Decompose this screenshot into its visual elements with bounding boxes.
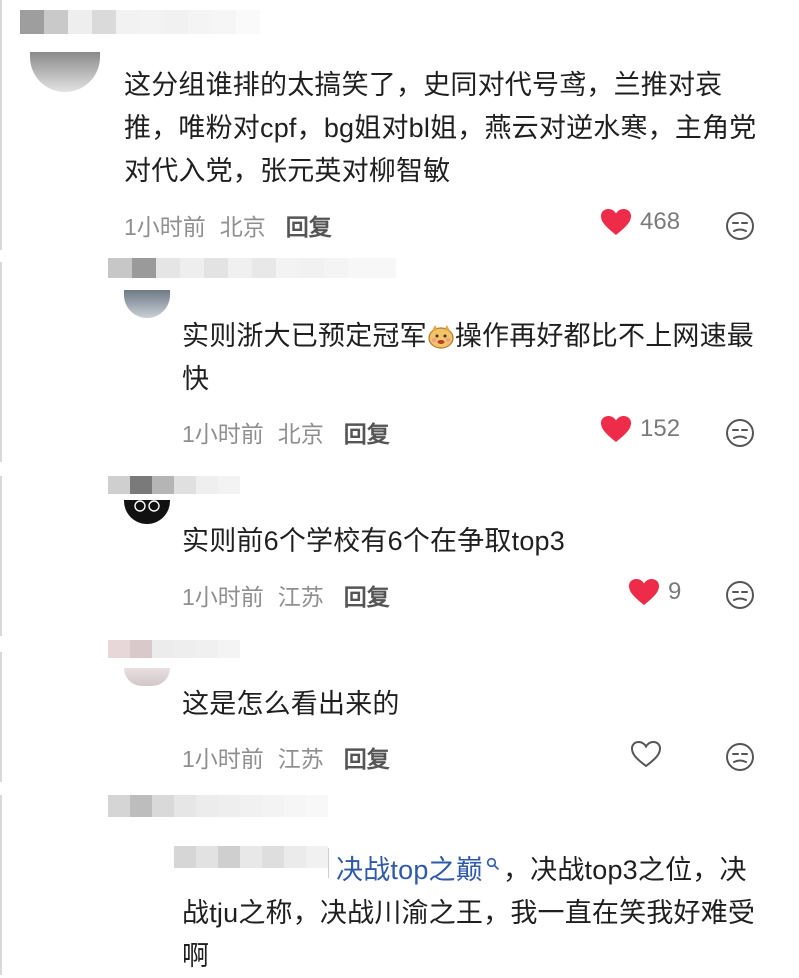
comment-meta: 1小时前 江苏 回复	[182, 740, 390, 774]
comment-time: 1小时前	[182, 746, 264, 772]
reply-button[interactable]: 回复	[344, 578, 390, 612]
reply-button[interactable]: 回复	[344, 415, 390, 449]
left-edge	[0, 652, 2, 782]
topic-link[interactable]: 决战top之巅	[336, 855, 483, 885]
comment-location: 北京	[277, 421, 324, 447]
avatar[interactable]	[124, 500, 170, 524]
dislike-face-icon[interactable]	[725, 580, 755, 610]
like-button[interactable]: 152	[600, 415, 680, 443]
like-button[interactable]: 9	[628, 578, 681, 606]
comment-location: 江苏	[277, 746, 324, 772]
comment-meta: 1小时前 江苏 回复	[182, 578, 390, 612]
comment-text: 决战top之巅 ，决战top3之位，决战tju之称，决战川渝之王，我一直在笑我好难…	[182, 849, 772, 978]
avatar[interactable]	[124, 668, 170, 686]
blurred-username	[108, 258, 396, 278]
like-count: 9	[668, 578, 682, 605]
blurred-username	[108, 795, 328, 817]
blurred-username	[108, 640, 240, 658]
reply-button[interactable]: 回复	[286, 208, 332, 242]
comment-text: 这是怎么看出来的	[182, 689, 400, 719]
avatar[interactable]	[124, 290, 170, 318]
blurred-username	[108, 476, 240, 494]
comment-location: 北京	[219, 214, 266, 240]
comment-meta: 1小时前 北京 回复	[182, 415, 390, 449]
comment-time: 1小时前	[124, 214, 206, 240]
comment-meta: 1小时前 北京 回复	[124, 208, 332, 242]
heart-filled-icon	[629, 579, 659, 605]
comment-location: 江苏	[277, 584, 324, 610]
comment-text: 实则前6个学校有6个在争取top3	[182, 526, 565, 556]
like-button[interactable]	[630, 740, 670, 768]
search-icon	[486, 857, 499, 870]
heart-filled-icon	[601, 209, 631, 235]
dislike-face-icon[interactable]	[725, 742, 755, 772]
like-button[interactable]: 468	[600, 208, 680, 236]
comment-time: 1小时前	[182, 584, 264, 610]
comment-time: 1小时前	[182, 421, 264, 447]
avatar[interactable]	[30, 52, 100, 92]
dislike-face-icon[interactable]	[725, 418, 755, 448]
heart-outline-icon	[630, 740, 662, 768]
dislike-face-icon[interactable]	[725, 211, 755, 241]
comment-text: 这分组谁排的太搞笑了，史同对代号鸢，兰推对哀推，唯粉对cpf，bg姐对bl姐，燕…	[124, 70, 757, 186]
reply-button[interactable]: 回复	[344, 740, 390, 774]
comment-text: 实则浙大已预定冠军 操作再好都比不上网速最快	[182, 315, 772, 401]
left-edge	[0, 795, 2, 975]
blurred-username	[20, 10, 260, 34]
comment-text-part: 实则浙大已预定冠军	[182, 321, 427, 351]
left-edge	[0, 0, 2, 250]
left-edge	[0, 476, 2, 636]
left-edge	[0, 262, 2, 462]
smirk-dog-emoji-icon	[428, 325, 454, 349]
like-count: 152	[640, 415, 681, 442]
heart-filled-icon	[601, 416, 631, 442]
like-count: 468	[640, 208, 681, 235]
glasses-icon	[134, 500, 160, 512]
